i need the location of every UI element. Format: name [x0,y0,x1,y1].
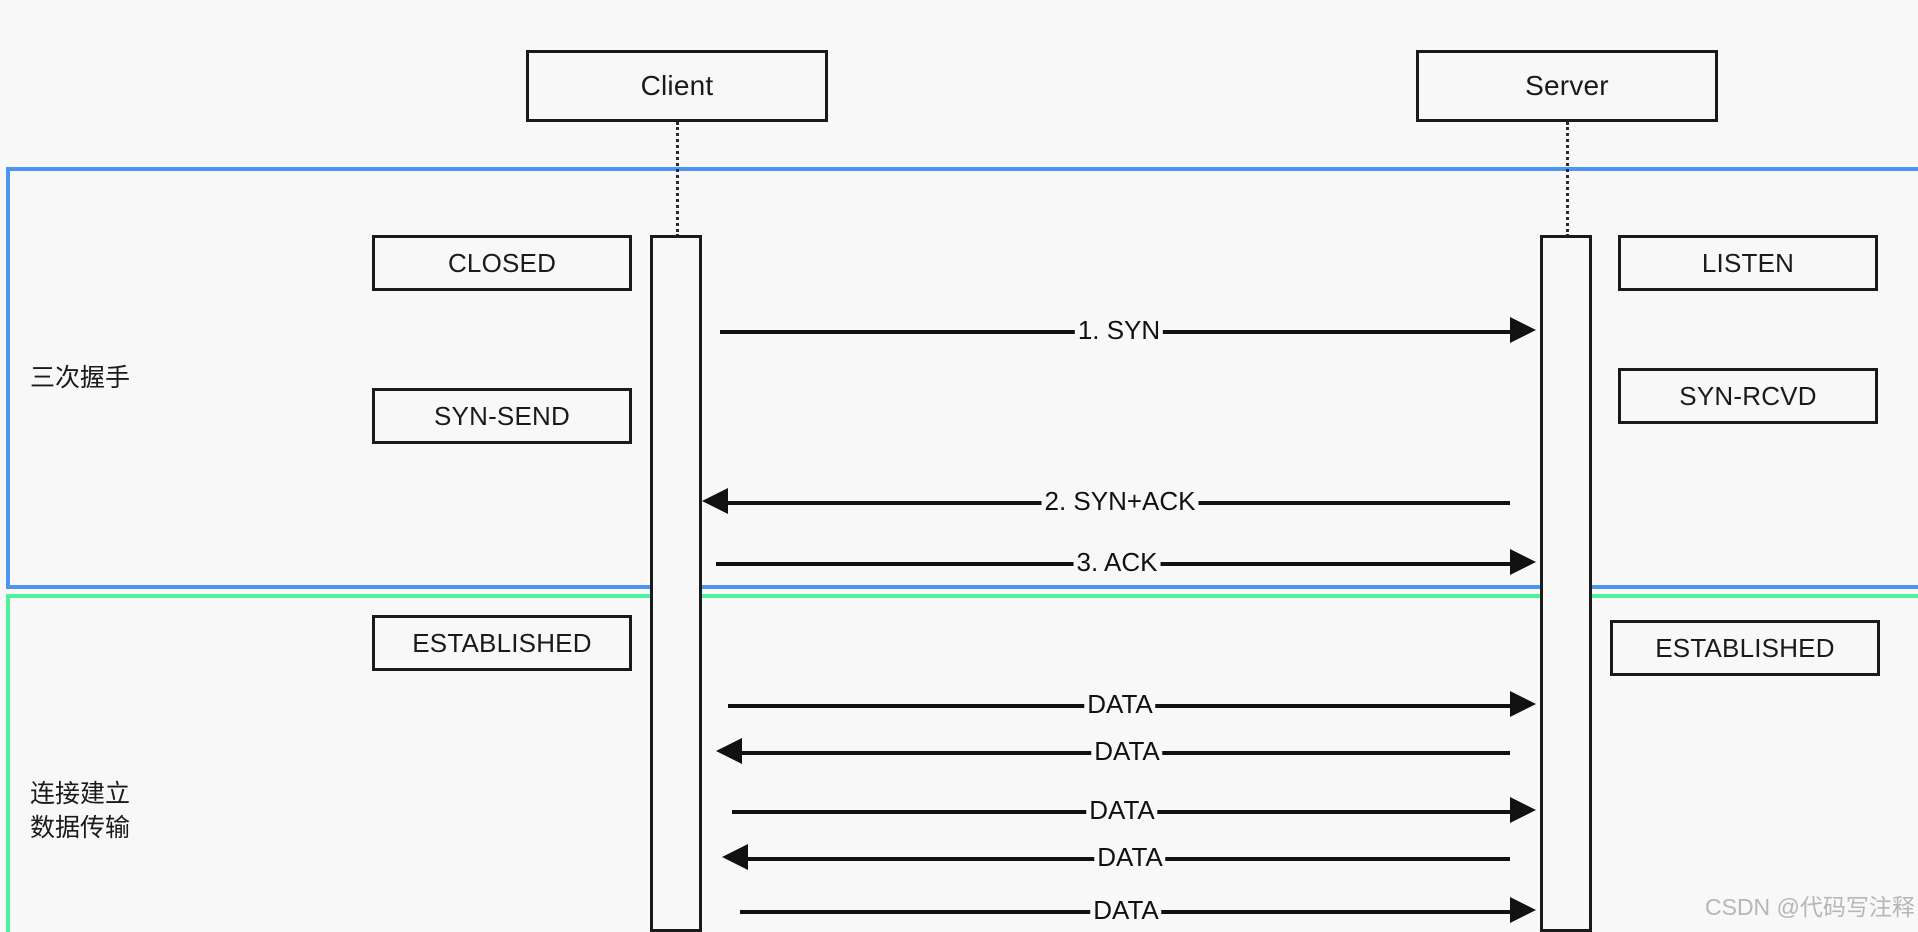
participant-box-server[interactable]: Server [1416,50,1718,122]
arrowhead-left-icon [702,488,728,514]
message-label: DATA [1091,738,1163,764]
message-label: 3. ACK [1073,549,1161,575]
state-label-server-listen: LISTEN [1701,247,1795,278]
participant-label-server: Server [1525,70,1609,101]
state-label-client-established: ESTABLISHED [412,627,592,658]
message-label: DATA [1090,897,1162,923]
state-label-client-closed: CLOSED [447,247,557,278]
lifeline-client [676,122,679,237]
participant-label-client: Client [640,70,714,101]
state-label-server-established: ESTABLISHED [1655,632,1835,663]
participant-box-client[interactable]: Client [526,50,828,122]
sequence-diagram-canvas: 三次握手 连接建立 数据传输 Client Server CLOSED SYN-… [0,0,1918,932]
arrowhead-right-icon [1510,691,1536,717]
state-box-client-closed[interactable]: CLOSED [372,235,632,291]
message-label: 1. SYN [1074,317,1164,343]
state-box-server-syn-rcvd[interactable]: SYN-RCVD [1618,368,1878,424]
arrowhead-right-icon [1510,549,1536,575]
message-label: DATA [1094,844,1166,870]
arrowhead-right-icon [1510,317,1536,343]
activation-bar-client [650,235,702,932]
message-label: DATA [1084,691,1156,717]
watermark-csdn: CSDN @代码写注释 [1705,894,1915,920]
state-box-server-listen[interactable]: LISTEN [1618,235,1878,291]
lifeline-server [1566,122,1569,237]
group-label-handshake: 三次握手 [30,364,131,392]
message-label: 2. SYN+ACK [1041,488,1199,514]
message-label: DATA [1086,797,1158,823]
state-label-server-syn-rcvd: SYN-RCVD [1679,380,1817,411]
state-label-client-syn-send: SYN-SEND [434,400,570,431]
arrowhead-left-icon [722,844,748,870]
arrowhead-right-icon [1510,797,1536,823]
arrowhead-left-icon [716,738,742,764]
arrowhead-right-icon [1510,897,1536,923]
activation-bar-server [1540,235,1592,932]
state-box-client-established[interactable]: ESTABLISHED [372,615,632,671]
group-label-data-transfer: 连接建立 数据传输 [30,780,131,842]
state-box-client-syn-send[interactable]: SYN-SEND [372,388,632,444]
state-box-server-established[interactable]: ESTABLISHED [1610,620,1880,676]
